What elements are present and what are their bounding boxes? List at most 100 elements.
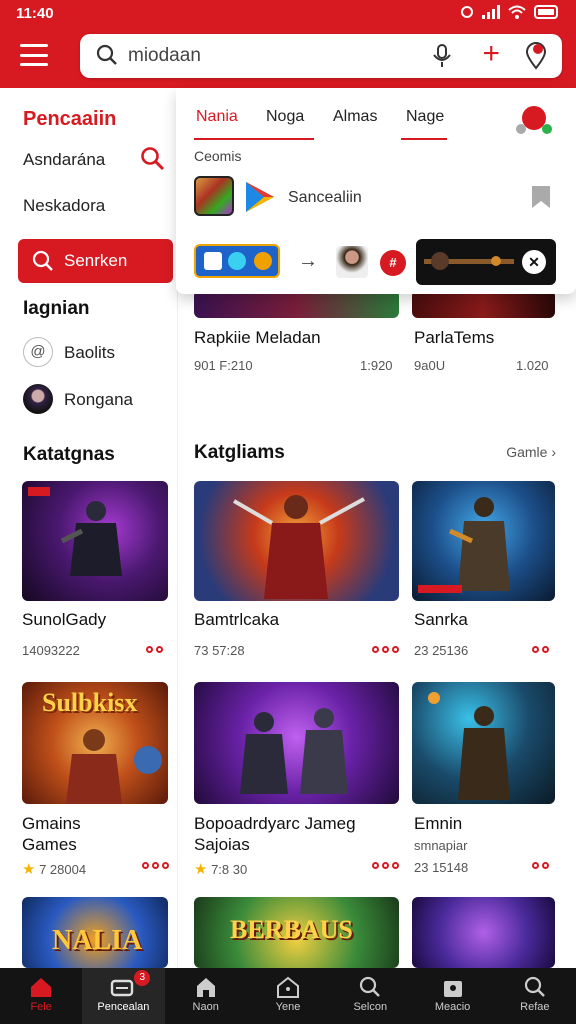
search-button[interactable]: Senrken xyxy=(18,239,173,283)
game-banner-text: BERBAUS xyxy=(230,915,353,944)
game-meta-value: 7 28004 xyxy=(39,862,87,877)
nav-item-search-alt[interactable]: Refae xyxy=(494,968,576,1024)
game-thumbnail[interactable] xyxy=(412,897,555,968)
game-title[interactable]: Bamtrlcaka xyxy=(194,610,279,630)
dropdown-section-label: Ceomis xyxy=(194,148,242,164)
tab-underline xyxy=(401,138,447,140)
search-icon xyxy=(360,976,381,997)
sidebar-link-1[interactable]: Baolits xyxy=(64,343,115,363)
promo-banner[interactable]: ✕ xyxy=(416,239,556,285)
status-bar: 11:40 xyxy=(0,0,576,28)
game-title[interactable]: Rapkiie Meladan xyxy=(194,328,321,348)
game-meta: ★ 7 28004 xyxy=(22,860,86,878)
signal-icon xyxy=(482,5,500,19)
game-thumbnail[interactable]: BERBAUS xyxy=(194,897,399,968)
more-options-icon[interactable] xyxy=(372,646,399,653)
house-icon xyxy=(276,976,299,998)
game-subtitle: smnapiar xyxy=(414,838,468,853)
game-meta: 23 25136 xyxy=(414,643,469,658)
more-options-icon[interactable] xyxy=(142,862,169,869)
game-chip[interactable] xyxy=(194,244,280,278)
game-meta: ★ 7:8 30 xyxy=(194,860,247,878)
nav-label: Selcon xyxy=(353,1001,388,1013)
sidebar-link-2[interactable]: Rongana xyxy=(64,390,133,410)
search-bar[interactable]: miodaan + xyxy=(80,34,562,78)
tab-4[interactable]: Nage xyxy=(406,108,444,126)
nav-item-search[interactable]: Selcon xyxy=(329,968,411,1024)
home-icon xyxy=(31,978,52,997)
nav-badge: 3 xyxy=(134,970,151,986)
avatar xyxy=(23,384,53,414)
game-title[interactable]: Gmains xyxy=(22,814,81,834)
add-icon[interactable]: + xyxy=(482,38,500,70)
search-icon[interactable] xyxy=(140,146,166,172)
game-thumbnail[interactable] xyxy=(22,481,168,601)
game-thumbnail[interactable] xyxy=(412,290,555,318)
tab-underline xyxy=(194,138,314,140)
nav-item-bag[interactable]: Meacio xyxy=(411,968,493,1024)
game-thumbnail[interactable] xyxy=(194,481,399,601)
tab-1[interactable]: Nania xyxy=(196,108,238,126)
sidebar-item-1[interactable]: Asndarána xyxy=(23,150,105,170)
game-title[interactable]: ParlaTems xyxy=(414,328,494,348)
nav-label: Yene xyxy=(275,1001,301,1013)
notification-icon[interactable] xyxy=(516,106,552,134)
warrior-figure-icon xyxy=(448,497,510,591)
game-meta: 73 57:28 xyxy=(194,643,245,658)
close-icon[interactable]: ✕ xyxy=(522,250,546,274)
nav-item-house[interactable]: Yene xyxy=(247,968,329,1024)
star-icon: ★ xyxy=(194,861,208,878)
app-name[interactable]: Sancealiin xyxy=(288,189,362,207)
more-options-icon[interactable] xyxy=(146,646,163,653)
game-thumbnail[interactable] xyxy=(412,682,555,804)
wifi-icon xyxy=(508,5,526,19)
game-thumbnail[interactable] xyxy=(194,682,399,804)
play-store-icon[interactable] xyxy=(244,180,276,214)
location-pin-icon[interactable] xyxy=(524,42,548,70)
tab-2[interactable]: Noga xyxy=(266,108,304,126)
bookmark-icon[interactable] xyxy=(530,184,552,210)
badge xyxy=(28,487,50,496)
game-meta: 14093222 xyxy=(22,643,80,658)
store-icon xyxy=(196,978,215,997)
search-input[interactable]: miodaan xyxy=(128,45,201,67)
game-thumbnail[interactable] xyxy=(412,481,555,601)
search-icon xyxy=(32,250,53,271)
nav-item-store[interactable]: Naon xyxy=(165,968,247,1024)
game-title[interactable]: Bopoadrdyarc Jameg xyxy=(194,814,356,834)
microphone-icon[interactable] xyxy=(430,43,454,69)
more-options-icon[interactable] xyxy=(372,862,399,869)
warrior-figure-icon xyxy=(428,692,510,800)
game-title[interactable]: Emnin xyxy=(414,814,462,834)
tab-3[interactable]: Almas xyxy=(333,108,377,126)
search-icon xyxy=(96,44,117,65)
game-meta-right: 1.020 xyxy=(516,358,549,373)
badge-icon[interactable]: # xyxy=(380,250,406,276)
game-title[interactable]: Sanrka xyxy=(414,610,468,630)
game-title[interactable]: SunolGady xyxy=(22,610,106,630)
game-meta-value: 7:8 30 xyxy=(211,862,248,877)
see-more-link[interactable]: Gamle › xyxy=(506,444,556,460)
sidebar-categories-title: Katatgnas xyxy=(23,444,115,465)
app-icon[interactable] xyxy=(194,176,234,216)
warrior-figure-icon xyxy=(232,495,365,599)
game-thumbnail[interactable] xyxy=(194,290,399,318)
game-subtitle: Games xyxy=(22,835,77,854)
nav-label: Meacio xyxy=(434,1001,471,1013)
nav-label: Pencealan xyxy=(97,1001,150,1013)
avatar[interactable] xyxy=(336,246,368,278)
game-meta: 901 F:210 xyxy=(194,358,253,373)
game-thumbnail[interactable]: NALIA xyxy=(22,897,168,968)
nav-item-library[interactable]: 3 Pencealan xyxy=(82,968,165,1024)
alarm-icon xyxy=(461,6,473,18)
more-options-icon[interactable] xyxy=(532,646,549,653)
game-subtitle: Sajoias xyxy=(194,835,250,854)
game-thumbnail[interactable]: Sulbkisx xyxy=(22,682,168,804)
app-header: 11:40 miodaan + xyxy=(0,0,576,88)
menu-icon[interactable] xyxy=(20,44,48,66)
section-title: Katgliams xyxy=(194,442,285,463)
nav-item-home[interactable]: Fele xyxy=(0,968,82,1024)
more-options-icon[interactable] xyxy=(532,862,549,869)
game-meta: 23 15148 xyxy=(414,860,469,875)
sidebar-item-2[interactable]: Neskadora xyxy=(23,196,105,216)
